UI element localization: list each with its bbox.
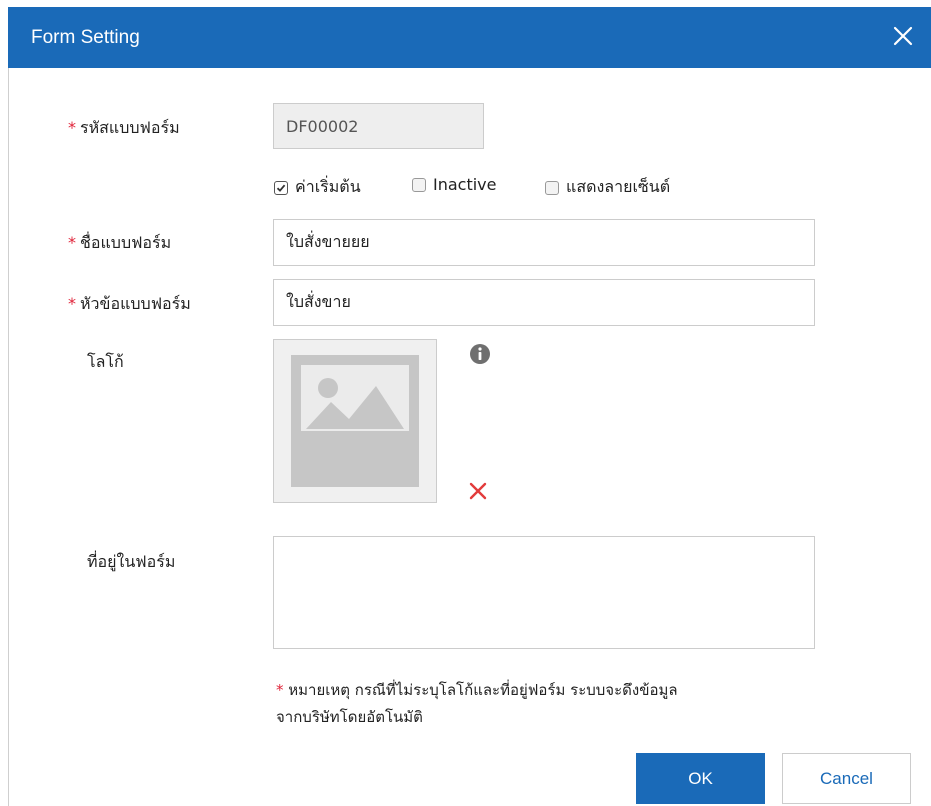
- ok-button[interactable]: OK: [636, 753, 765, 804]
- cancel-button[interactable]: Cancel: [782, 753, 911, 804]
- note-line-2: จากบริษัทโดยอัตโนมัติ: [276, 708, 423, 726]
- address-textarea[interactable]: [273, 536, 815, 649]
- required-marker: *: [276, 681, 284, 699]
- form-heading-label: * หัวข้อแบบฟอร์ม: [68, 294, 191, 313]
- dialog-header: Form Setting: [8, 7, 931, 68]
- required-marker: *: [68, 294, 76, 313]
- form-name-input[interactable]: ใบสั่งขายยย: [273, 219, 815, 266]
- show-signature-checkbox[interactable]: แสดงลายเซ็นต์: [545, 175, 670, 200]
- required-marker: *: [68, 233, 76, 252]
- checkbox-checked-icon[interactable]: [274, 180, 288, 195]
- form-setting-dialog: Form Setting * รหัสแบบฟอร์ม DF00002 ค่าเร…: [0, 0, 931, 806]
- address-label: ที่อยู่ในฟอร์ม: [87, 552, 176, 571]
- form-code-field[interactable]: DF00002: [273, 103, 484, 149]
- code-label: * รหัสแบบฟอร์ม: [68, 118, 180, 137]
- default-checkbox-label: ค่าเริ่มต้น: [295, 177, 361, 196]
- image-placeholder-icon: [291, 355, 419, 487]
- logo-upload-area[interactable]: [273, 339, 437, 503]
- checkbox-unchecked-icon[interactable]: [412, 177, 426, 192]
- dialog-title: Form Setting: [31, 27, 140, 48]
- default-checkbox[interactable]: ค่าเริ่มต้น: [274, 175, 361, 200]
- show-signature-checkbox-label: แสดงลายเซ็นต์: [566, 177, 671, 196]
- note-text: * หมายเหตุ กรณีที่ไม่ระบุโลโก้และที่อยู่…: [276, 677, 836, 731]
- checkbox-unchecked-icon[interactable]: [545, 180, 559, 195]
- close-icon[interactable]: [891, 24, 915, 48]
- form-name-label: * ชื่อแบบฟอร์ม: [68, 233, 172, 252]
- note-line-1: หมายเหตุ กรณีที่ไม่ระบุโลโก้และที่อยู่ฟอ…: [288, 681, 678, 699]
- info-icon[interactable]: [469, 343, 491, 365]
- logo-label: โลโก้: [87, 352, 124, 371]
- required-marker: *: [68, 118, 76, 137]
- remove-icon[interactable]: [469, 482, 487, 500]
- inactive-checkbox-label: Inactive: [433, 175, 497, 194]
- form-heading-input[interactable]: ใบสั่งขาย: [273, 279, 815, 326]
- dialog-border: [8, 68, 9, 806]
- inactive-checkbox[interactable]: Inactive: [412, 175, 497, 194]
